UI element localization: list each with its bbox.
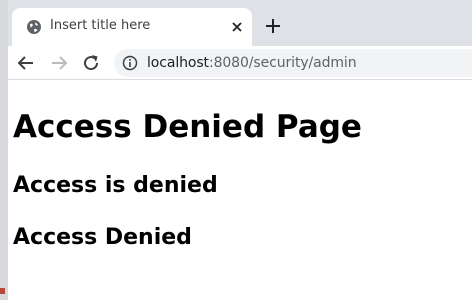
browser-toolbar: localhost:8080/security/admin [0,46,472,80]
url-text: localhost:8080/security/admin [147,55,357,71]
edge-mark [0,288,5,294]
denied-title: Access Denied [13,225,192,250]
info-icon[interactable] [122,55,138,71]
tab-title: Insert title here [50,18,151,33]
forward-arrow-icon[interactable] [48,52,70,74]
page-content: Access Denied Page Access is denied Acce… [13,80,472,300]
left-window-edge [0,0,8,300]
url-host: localhost [147,55,209,71]
page-heading: Access Denied Page [13,109,362,145]
browser-tab-bar: Insert title here [0,0,472,46]
new-tab-plus-icon[interactable] [263,16,283,36]
reload-icon[interactable] [80,52,102,74]
address-bar[interactable]: localhost:8080/security/admin [114,49,472,77]
url-path: :8080/security/admin [208,55,357,71]
globe-icon [27,20,41,34]
close-icon[interactable] [228,18,246,36]
back-arrow-icon[interactable] [15,52,37,74]
browser-tab[interactable]: Insert title here [12,8,252,46]
denied-message: Access is denied [13,173,218,198]
